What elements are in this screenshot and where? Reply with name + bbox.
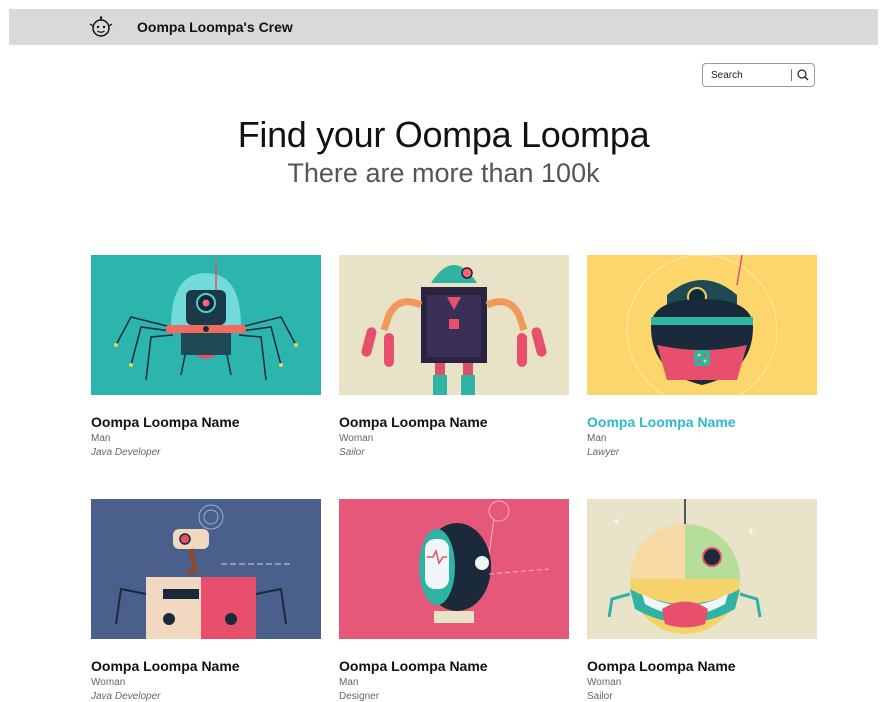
search-icon[interactable] <box>794 66 812 84</box>
card-image[interactable]: + + <box>587 499 817 639</box>
card-gender: Man <box>587 433 607 444</box>
card-name[interactable]: Oompa Loompa Name <box>91 414 240 430</box>
card-profession: Sailor <box>587 691 613 702</box>
svg-text:+: + <box>612 516 620 527</box>
card-profession: Java Developer <box>91 691 161 702</box>
card-gender: Woman <box>339 433 374 444</box>
card-profession: Sailor <box>339 447 365 458</box>
card-profession: Java Developer <box>91 447 161 458</box>
card-gender: Woman <box>91 677 126 688</box>
card-profession: Lawyer <box>587 447 620 458</box>
robot-face-icon[interactable] <box>89 16 113 38</box>
card-name[interactable]: Oompa Loompa Name <box>339 658 488 674</box>
card-name[interactable]: Oompa Loompa Name <box>587 658 736 674</box>
page-title: Find your Oompa Loompa <box>237 114 650 155</box>
card-name[interactable]: Oompa Loompa Name <box>339 414 488 430</box>
card-image[interactable] <box>339 255 569 395</box>
card-image[interactable] <box>91 255 321 395</box>
card-gender: Woman <box>587 677 622 688</box>
search-box <box>702 63 815 87</box>
card-image[interactable] <box>91 499 321 639</box>
page-subtitle: There are more than 100k <box>287 158 600 188</box>
card-profession: Designer <box>339 691 380 702</box>
top-nav-bar: Oompa Loompa's Crew <box>9 9 878 45</box>
brand-title[interactable]: Oompa Loompa's Crew <box>137 19 293 35</box>
card-gender: Man <box>91 433 111 444</box>
card-name[interactable]: Oompa Loompa Name <box>91 658 240 674</box>
card-name[interactable]: Oompa Loompa Name <box>587 414 736 430</box>
svg-text:+: + <box>747 526 755 537</box>
card-image[interactable] <box>587 255 817 395</box>
search-divider <box>791 69 792 81</box>
card-image[interactable] <box>339 499 569 639</box>
card-gender: Man <box>339 677 359 688</box>
search-input[interactable] <box>703 64 789 86</box>
